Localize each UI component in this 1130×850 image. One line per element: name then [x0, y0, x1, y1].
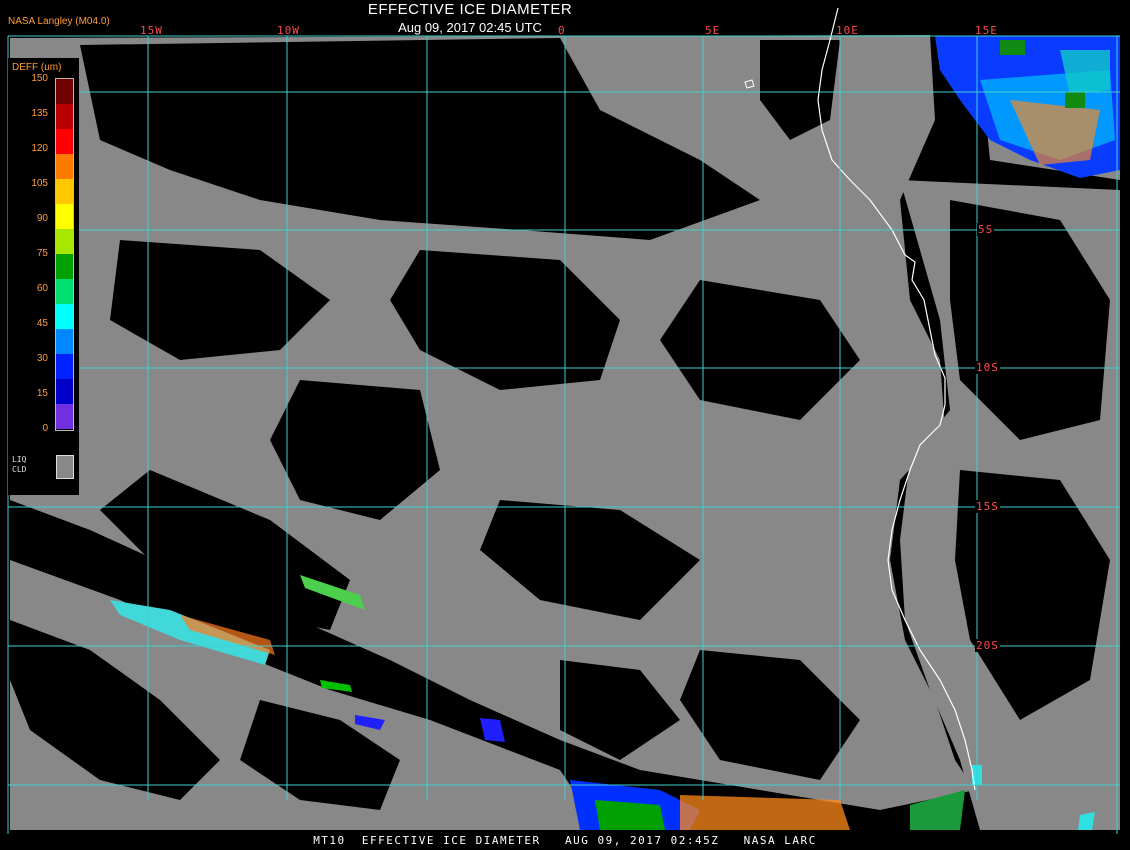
color-legend: DEFF (um) 150 135 120 105 90 75 60 45 30 15 0 LIQ …	[8, 58, 79, 495]
latitude-label: 10S	[975, 361, 1000, 374]
latitude-label: 20S	[975, 639, 1000, 652]
legend-swatch	[56, 354, 73, 379]
latitude-label: 15S	[975, 500, 1000, 513]
legend-swatch	[56, 329, 73, 354]
legend-swatch	[56, 79, 73, 104]
liquid-cloud-label-2: CLD	[12, 465, 27, 474]
liquid-cloud-label-1: LIQ	[12, 455, 27, 464]
legend-swatch	[56, 404, 73, 429]
legend-swatch	[56, 379, 73, 404]
legend-tick-label: 150	[31, 73, 48, 84]
longitude-label: 5E	[705, 24, 721, 37]
legend-tick-label: 0	[42, 423, 48, 434]
liquid-cloud-swatch	[56, 455, 74, 479]
legend-swatch	[56, 129, 73, 154]
legend-swatch	[56, 304, 73, 329]
legend-swatch	[56, 229, 73, 254]
legend-tick-label: 105	[31, 178, 48, 189]
legend-tick-label: 120	[31, 143, 48, 154]
legend-swatch	[56, 154, 73, 179]
legend-tick-label: 30	[36, 353, 48, 364]
legend-title: DEFF (um)	[12, 62, 62, 73]
satellite-map	[0, 0, 1130, 850]
latitude-label: 5S	[977, 223, 995, 236]
longitude-label: 10W	[277, 24, 300, 37]
legend-swatch	[56, 279, 73, 304]
legend-swatch	[56, 104, 73, 129]
longitude-label: 15E	[975, 24, 998, 37]
legend-tick-label: 135	[31, 108, 48, 119]
legend-swatch	[56, 254, 73, 279]
legend-tick-label: 15	[36, 388, 48, 399]
legend-tick-label: 90	[36, 213, 48, 224]
legend-tick-label: 45	[36, 318, 48, 329]
producer-label: NASA Langley (M04.0)	[8, 16, 110, 27]
map-title: EFFECTIVE ICE DIAMETER	[367, 1, 573, 18]
longitude-label: 15W	[140, 24, 163, 37]
legend-swatch	[56, 179, 73, 204]
legend-tick-label: 60	[36, 283, 48, 294]
longitude-label: 10E	[836, 24, 859, 37]
longitude-label: 0	[558, 24, 566, 37]
footer-caption: MT10 EFFECTIVE ICE DIAMETER AUG 09, 2017…	[313, 834, 817, 847]
legend-swatch	[56, 204, 73, 229]
legend-tick-label: 75	[36, 248, 48, 259]
